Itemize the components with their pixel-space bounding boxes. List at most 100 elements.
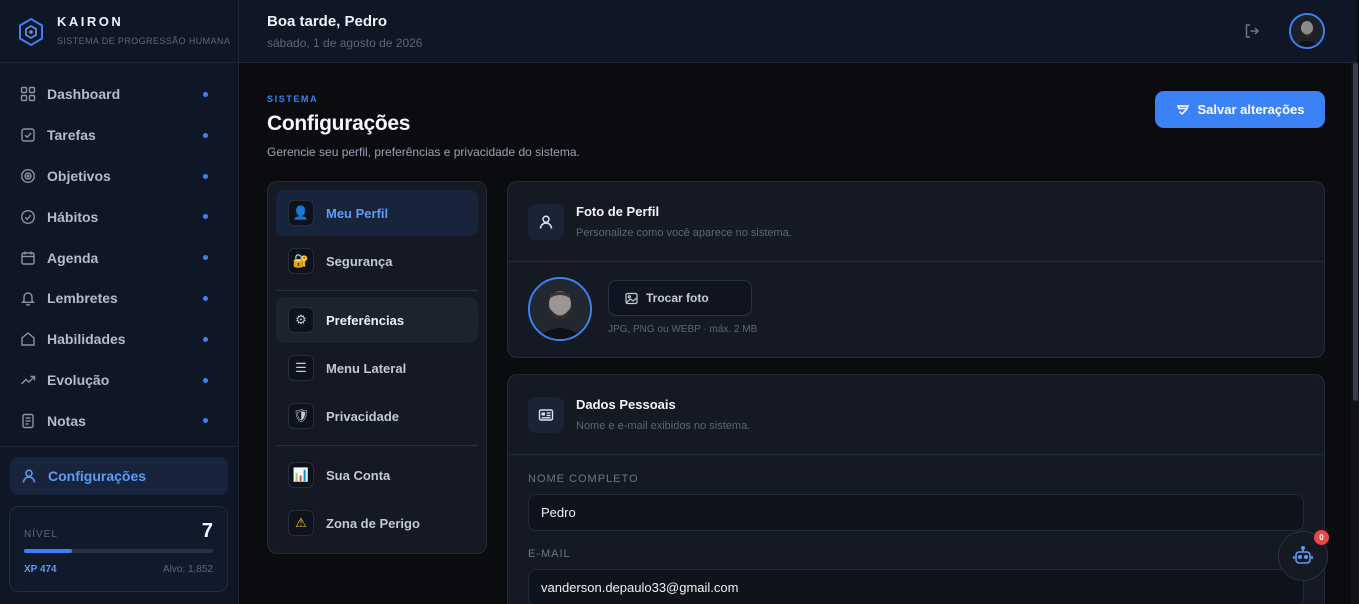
profile-icon: 👤: [288, 200, 314, 226]
status-dot: [203, 295, 208, 301]
warning-icon: ⚠: [288, 510, 314, 536]
settings-tab-label: Sua Conta: [326, 467, 391, 483]
main-content: SISTEMA Configurações Gerencie seu perfi…: [239, 63, 1351, 604]
full-name-label: NOME COMPLETO: [528, 473, 639, 485]
sidebar-item-lembretes[interactable]: Lembretes: [0, 278, 239, 319]
brand-tagline: SISTEMA DE PROGRESSÃO HUMANA: [57, 36, 231, 46]
profile-photo: [528, 277, 592, 341]
level-card: NÍVEL 7 XP 474 Alvo: 1,852: [9, 506, 228, 592]
chart-icon: 📊: [288, 462, 314, 488]
user-icon: [20, 468, 37, 485]
status-dot: [203, 418, 208, 424]
notification-badge: 0: [1314, 530, 1329, 545]
id-card-icon: [528, 397, 564, 433]
sidebar-item-label: Evolução: [47, 371, 110, 388]
sidebar-item-notas[interactable]: Notas: [0, 400, 239, 441]
avatar[interactable]: [1289, 13, 1325, 49]
settings-tab-preferences[interactable]: ⚙ Preferências: [276, 297, 478, 343]
settings-nav: 👤 Meu Perfil 🔐 Segurança ⚙ Preferências …: [267, 181, 487, 554]
settings-tab-sidebar-menu[interactable]: ☰ Menu Lateral: [276, 345, 478, 391]
hexagon-logo-icon: [19, 17, 43, 47]
save-icon: [1176, 104, 1189, 115]
shield-icon: 🛡: [288, 403, 314, 429]
topbar: Boa tarde, Pedro sábado, 1 de agosto de …: [239, 0, 1357, 63]
brand: KAIRON SISTEMA DE PROGRESSÃO HUMANA: [0, 0, 239, 63]
xp-progress-bar: [24, 549, 213, 553]
greeting: Boa tarde, Pedro: [267, 13, 388, 30]
sidebar-item-objetivos[interactable]: Objetivos: [0, 156, 239, 197]
sidebar-item-agenda[interactable]: Agenda: [0, 237, 239, 278]
settings-tab-label: Privacidade: [326, 408, 399, 424]
sidebar-item-label: Hábitos: [47, 208, 99, 225]
settings-tab-label: Menu Lateral: [326, 360, 407, 376]
level-label: NÍVEL: [24, 529, 58, 540]
status-dot: [203, 377, 208, 383]
photo-hint: JPG, PNG ou WEBP · máx. 2 MB: [608, 324, 758, 335]
current-date: sábado, 1 de agosto de 2026: [267, 36, 423, 50]
check-circle-icon: [19, 208, 36, 225]
card-title: Foto de Perfil: [576, 204, 660, 219]
user-icon: [528, 204, 564, 240]
settings-tab-security[interactable]: 🔐 Segurança: [276, 238, 478, 284]
sidebar-divider: [0, 446, 239, 447]
xp-value: XP 474: [24, 564, 57, 575]
settings-tab-privacy[interactable]: 🛡 Privacidade: [276, 393, 478, 439]
brand-name: KAIRON: [57, 14, 124, 29]
full-name-input[interactable]: [528, 494, 1304, 531]
scrollbar-thumb[interactable]: [1353, 63, 1358, 401]
sidebar-item-label: Objetivos: [47, 167, 111, 184]
sidebar-item-dashboard[interactable]: Dashboard: [0, 74, 239, 115]
sidebar-item-label: Dashboard: [47, 86, 121, 103]
logout-icon[interactable]: [1243, 22, 1261, 40]
app-root: KAIRON SISTEMA DE PROGRESSÃO HUMANA Dash…: [0, 0, 1359, 604]
sidebar: KAIRON SISTEMA DE PROGRESSÃO HUMANA Dash…: [0, 0, 239, 604]
card-subtitle: Nome e e-mail exibidos no sistema.: [576, 420, 751, 432]
card-header: Dados Pessoais Nome e e-mail exibidos no…: [508, 375, 1324, 455]
home-icon: [19, 331, 36, 348]
profile-photo-card: Foto de Perfil Personalize como você apa…: [507, 181, 1325, 358]
target-icon: [19, 167, 36, 184]
status-dot: [203, 336, 208, 342]
trend-up-icon: [19, 371, 36, 388]
settings-nav-divider: [276, 290, 478, 291]
sidebar-item-habitos[interactable]: Hábitos: [0, 196, 239, 237]
settings-tab-label: Zona de Perigo: [326, 515, 420, 531]
bell-icon: [19, 290, 36, 307]
menu-icon: ☰: [288, 355, 314, 381]
settings-tab-profile[interactable]: 👤 Meu Perfil: [276, 190, 478, 236]
page-subtitle: Gerencie seu perfil, preferências e priv…: [267, 145, 580, 159]
sidebar-item-habilidades[interactable]: Habilidades: [0, 319, 239, 360]
lock-icon: 🔐: [288, 248, 314, 274]
settings-tab-label: Preferências: [326, 312, 405, 328]
settings-tab-danger-zone[interactable]: ⚠ Zona de Perigo: [276, 500, 478, 546]
change-photo-button[interactable]: Trocar foto: [608, 280, 752, 316]
note-icon: [19, 412, 36, 429]
change-photo-label: Trocar foto: [646, 291, 709, 305]
sidebar-item-evolucao[interactable]: Evolução: [0, 360, 239, 401]
checkbox-icon: [19, 127, 36, 144]
status-dot: [203, 132, 208, 138]
card-header: Foto de Perfil Personalize como você apa…: [508, 182, 1324, 262]
settings-tab-account[interactable]: 📊 Sua Conta: [276, 452, 478, 498]
status-dot: [203, 173, 208, 179]
image-icon: [625, 292, 638, 304]
save-button-label: Salvar alterações: [1197, 102, 1305, 117]
sidebar-item-configuracoes[interactable]: Configurações: [10, 457, 228, 495]
settings-nav-divider: [276, 445, 478, 446]
sidebar-item-label: Agenda: [47, 249, 99, 266]
grid-icon: [19, 86, 36, 103]
calendar-icon: [19, 249, 36, 266]
email-field[interactable]: [528, 569, 1304, 604]
save-button[interactable]: Salvar alterações: [1155, 91, 1325, 128]
status-dot: [203, 214, 208, 220]
xp-progress-fill: [24, 549, 73, 553]
personal-data-card: Dados Pessoais Nome e e-mail exibidos no…: [507, 374, 1325, 604]
xp-goal: Alvo: 1,852: [162, 564, 213, 575]
page-title: Configurações: [267, 112, 411, 135]
section-eyebrow: SISTEMA: [267, 94, 319, 104]
sidebar-nav: Dashboard Tarefas Objetivos Hábitos Agen…: [0, 74, 239, 441]
sidebar-item-label: Notas: [47, 412, 86, 429]
sidebar-item-label: Configurações: [48, 468, 147, 484]
sidebar-item-tarefas[interactable]: Tarefas: [0, 115, 239, 156]
settings-tab-label: Segurança: [326, 253, 393, 269]
